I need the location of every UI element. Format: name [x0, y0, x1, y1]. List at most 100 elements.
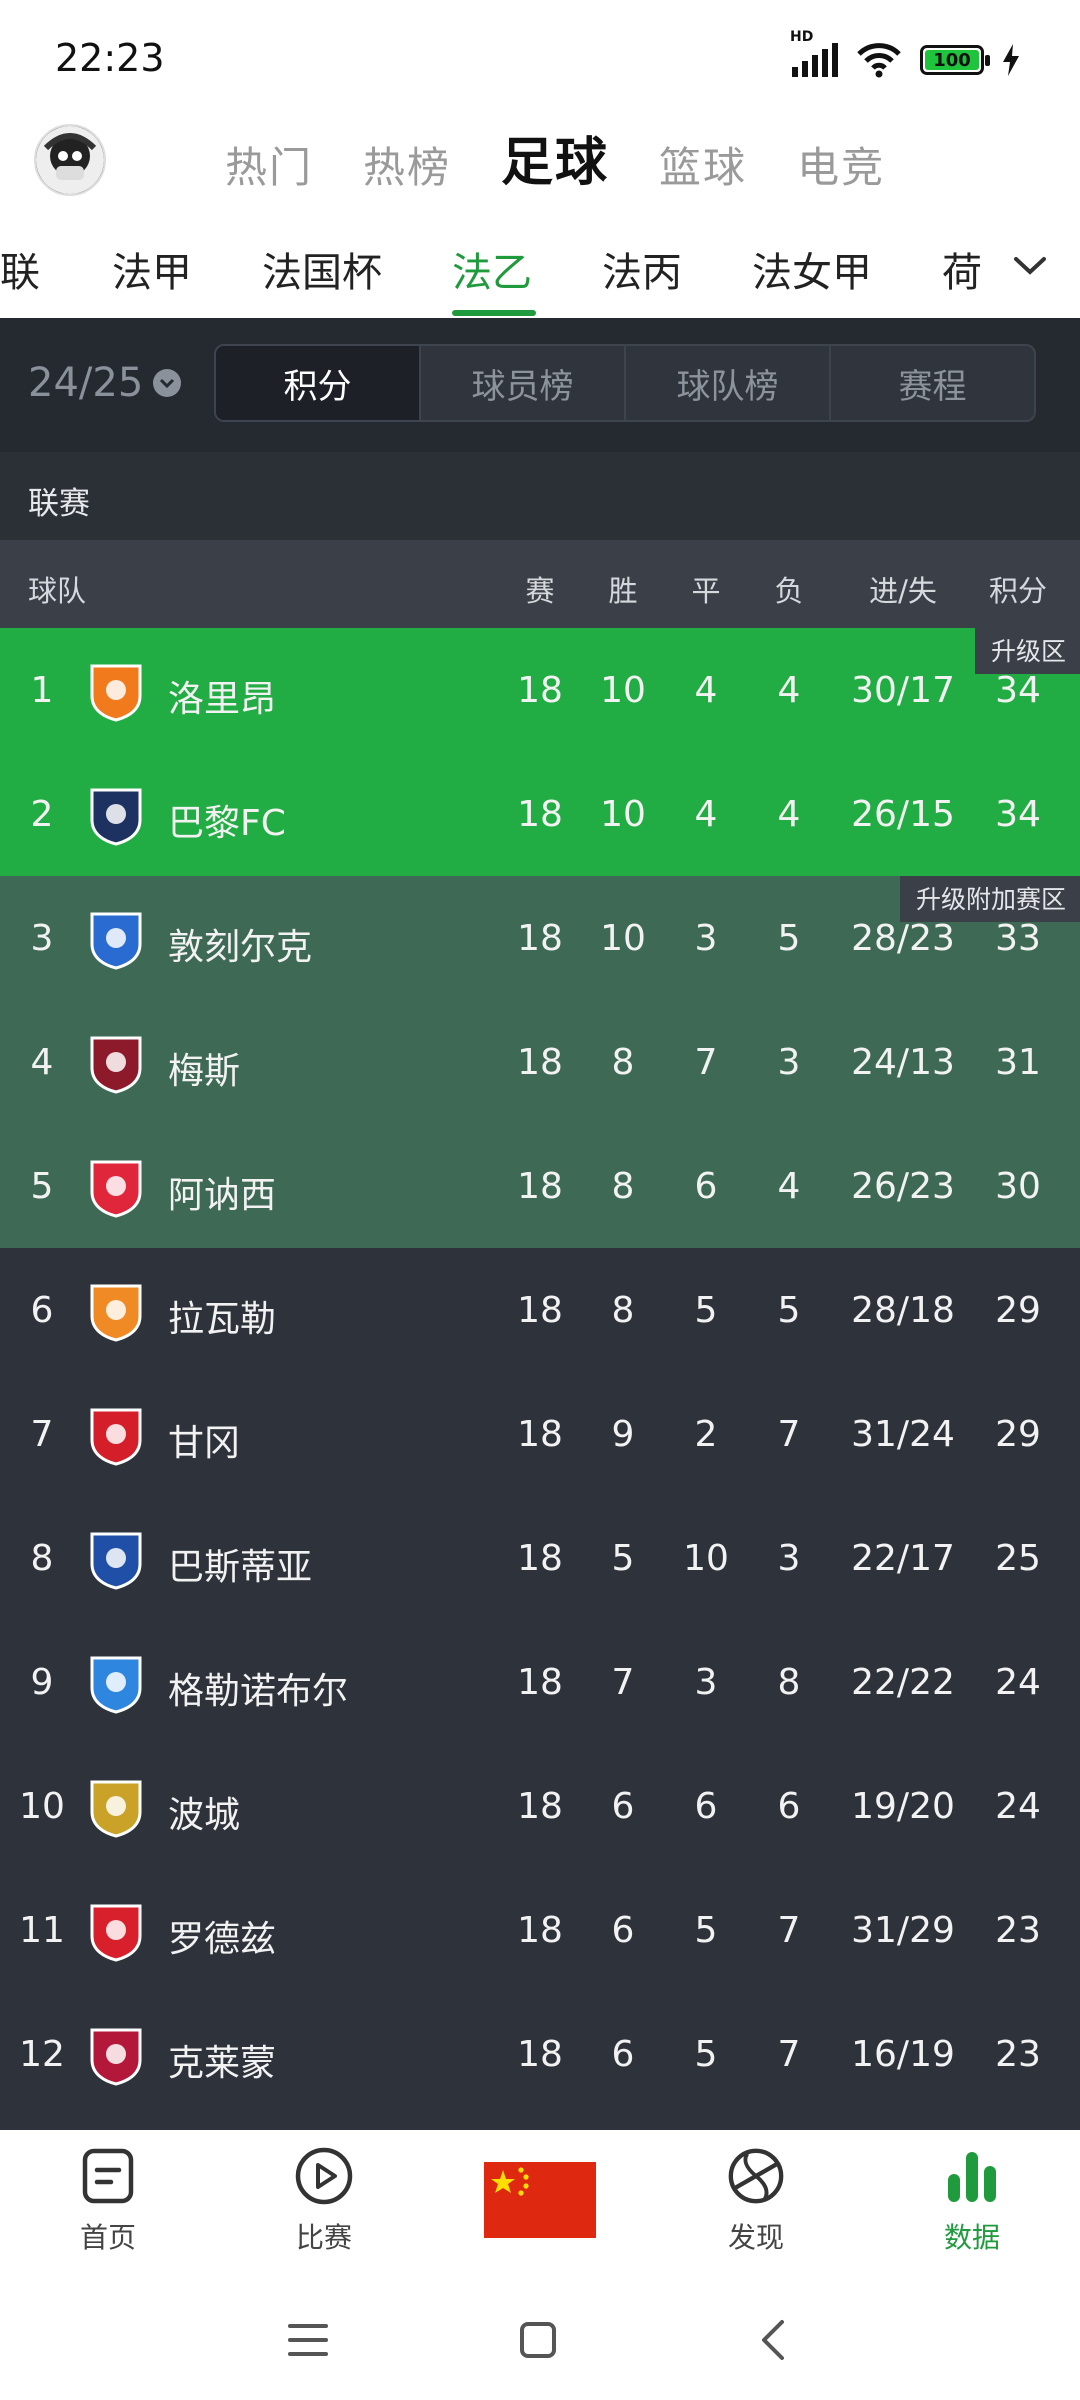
- league-tab-womens-d1[interactable]: 法女甲: [752, 240, 872, 298]
- cell-loss: 5: [777, 918, 801, 959]
- metz-crest-icon: [90, 1036, 142, 1094]
- league-tab-ligue1[interactable]: 法甲: [112, 240, 192, 298]
- china-flag-icon[interactable]: [484, 2162, 596, 2238]
- dunkerque-crest-icon: [90, 912, 142, 970]
- segment-schedule[interactable]: 赛程: [831, 346, 1034, 420]
- annecy-crest-icon: [90, 1160, 142, 1218]
- tab-discover-label: 发现: [727, 2221, 784, 2254]
- team-name[interactable]: 梅斯: [168, 1042, 240, 1094]
- play-circle-icon: [295, 2147, 353, 2205]
- col-draw: 平: [691, 574, 721, 608]
- tab-discover[interactable]: 发现: [686, 2146, 826, 2256]
- team-name[interactable]: 敦刻尔克: [168, 918, 312, 970]
- league-tab-partial-left[interactable]: 联: [0, 240, 40, 298]
- rank: 9: [30, 1662, 54, 1703]
- segment-team-rankings[interactable]: 球队榜: [626, 346, 831, 420]
- cell-goals: 31/29: [851, 1910, 955, 1951]
- team-name[interactable]: 克莱蒙: [168, 2034, 276, 2086]
- rank: 4: [30, 1042, 54, 1083]
- cell-draw: 5: [694, 1910, 718, 1951]
- home-square-icon[interactable]: [518, 2320, 558, 2360]
- cell-draw: 4: [694, 794, 718, 835]
- cell-win: 9: [611, 1414, 635, 1455]
- col-played: 赛: [525, 574, 555, 608]
- lorient-crest-icon: [90, 664, 142, 722]
- tab-basketball[interactable]: 篮球: [659, 134, 747, 195]
- tab-football[interactable]: 足球: [501, 120, 609, 195]
- rodez-crest-icon: [90, 1904, 142, 1962]
- cell-played: 18: [517, 1166, 563, 1207]
- table-row[interactable]: 6 拉瓦勒 18 8 5 5 28/18 29: [0, 1248, 1080, 1372]
- cell-goals: 22/22: [851, 1662, 955, 1703]
- cell-points: 29: [995, 1414, 1041, 1455]
- cell-loss: 8: [777, 1662, 801, 1703]
- team-name[interactable]: 格勒诺布尔: [168, 1662, 348, 1714]
- cell-loss: 4: [777, 670, 801, 711]
- guingamp-crest-icon: [90, 1408, 142, 1466]
- standings-panel: 24/25 积分 球员榜 球队榜 赛程 联赛 球队 赛 胜 平 负 进/失 积分…: [0, 318, 1080, 2130]
- rank: 12: [19, 2034, 65, 2075]
- league-tabs: 联 法甲 法国杯 法乙 法丙 法女甲 荷: [0, 218, 1080, 318]
- clermont-crest-icon: [90, 2028, 142, 2086]
- cell-win: 6: [611, 1910, 635, 1951]
- table-row[interactable]: 2 巴黎FC 18 10 4 4 26/15 34: [0, 752, 1080, 876]
- cell-loss: 7: [777, 1910, 801, 1951]
- table-row[interactable]: 5 阿讷西 18 8 6 4 26/23 30: [0, 1124, 1080, 1248]
- cell-goals: 30/17: [851, 670, 955, 711]
- team-name[interactable]: 巴斯蒂亚: [168, 1538, 312, 1590]
- table-row[interactable]: 1 洛里昂 18 10 4 4 30/17 34 升级区: [0, 628, 1080, 752]
- segment-standings[interactable]: 积分: [216, 346, 421, 420]
- tab-data-label: 数据: [943, 2221, 1000, 2254]
- team-name[interactable]: 罗德兹: [168, 1910, 276, 1962]
- pau-crest-icon: [90, 1780, 142, 1838]
- table-row[interactable]: 11 罗德兹 18 6 5 7 31/29 23: [0, 1868, 1080, 1992]
- cell-draw: 6: [694, 1166, 718, 1207]
- cell-points: 24: [995, 1786, 1041, 1827]
- league-tab-coupe-de-france[interactable]: 法国杯: [262, 240, 382, 298]
- season-selector[interactable]: 24/25: [28, 360, 182, 406]
- tab-home[interactable]: 首页: [38, 2146, 178, 2256]
- table-row[interactable]: 10 波城 18 6 6 6 19/20 24: [0, 1744, 1080, 1868]
- tab-data[interactable]: 数据: [902, 2146, 1042, 2256]
- cell-draw: 5: [694, 1290, 718, 1331]
- team-name[interactable]: 拉瓦勒: [168, 1290, 276, 1342]
- cell-goals: 16/19: [851, 2034, 955, 2075]
- cell-loss: 6: [777, 1786, 801, 1827]
- active-tab-underline: [452, 310, 536, 316]
- league-tab-partial-right[interactable]: 荷: [942, 240, 982, 298]
- team-name[interactable]: 波城: [168, 1786, 240, 1838]
- back-icon[interactable]: [756, 2318, 788, 2362]
- segment-player-rankings[interactable]: 球员榜: [421, 346, 626, 420]
- table-row[interactable]: 7 甘冈 18 9 2 7 31/24 29: [0, 1372, 1080, 1496]
- table-row[interactable]: 4 梅斯 18 8 7 3 24/13 31: [0, 1000, 1080, 1124]
- tab-esports[interactable]: 电竞: [797, 134, 885, 195]
- league-tab-national[interactable]: 法丙: [602, 240, 682, 298]
- team-name[interactable]: 洛里昂: [168, 670, 276, 722]
- table-row[interactable]: 12 克莱蒙 18 6 5 7 16/19 23: [0, 1992, 1080, 2116]
- expand-leagues-button[interactable]: [1002, 238, 1058, 294]
- menu-icon[interactable]: [286, 2320, 330, 2360]
- section-header: 联赛: [0, 452, 1080, 540]
- cell-goals: 28/23: [851, 918, 955, 959]
- avatar[interactable]: [34, 124, 106, 196]
- cell-played: 18: [517, 1290, 563, 1331]
- league-tab-ligue2[interactable]: 法乙: [452, 240, 532, 298]
- table-row[interactable]: 9 格勒诺布尔 18 7 3 8 22/22 24: [0, 1620, 1080, 1744]
- tab-hot-list[interactable]: 热榜: [363, 134, 451, 195]
- status-time: 22:23: [55, 36, 165, 80]
- cell-draw: 3: [694, 918, 718, 959]
- table-row[interactable]: 3 敦刻尔克 18 10 3 5 28/23 33 升级附加赛区: [0, 876, 1080, 1000]
- cell-points: 34: [995, 670, 1041, 711]
- season-label: 24/25: [28, 360, 144, 406]
- table-row[interactable]: 8 巴斯蒂亚 18 5 10 3 22/17 25: [0, 1496, 1080, 1620]
- top-nav: 热门 热榜 足球 篮球 电竞: [0, 110, 1080, 210]
- signal-icon: HD: [790, 29, 838, 77]
- team-name[interactable]: 阿讷西: [168, 1166, 276, 1218]
- team-name[interactable]: 甘冈: [168, 1414, 240, 1466]
- team-name[interactable]: 巴黎FC: [168, 794, 286, 846]
- tab-matches[interactable]: 比赛: [254, 2146, 394, 2256]
- col-win: 胜: [608, 574, 638, 608]
- tab-hot[interactable]: 热门: [225, 134, 313, 195]
- rank: 7: [30, 1414, 54, 1455]
- hd-label: HD: [790, 29, 814, 45]
